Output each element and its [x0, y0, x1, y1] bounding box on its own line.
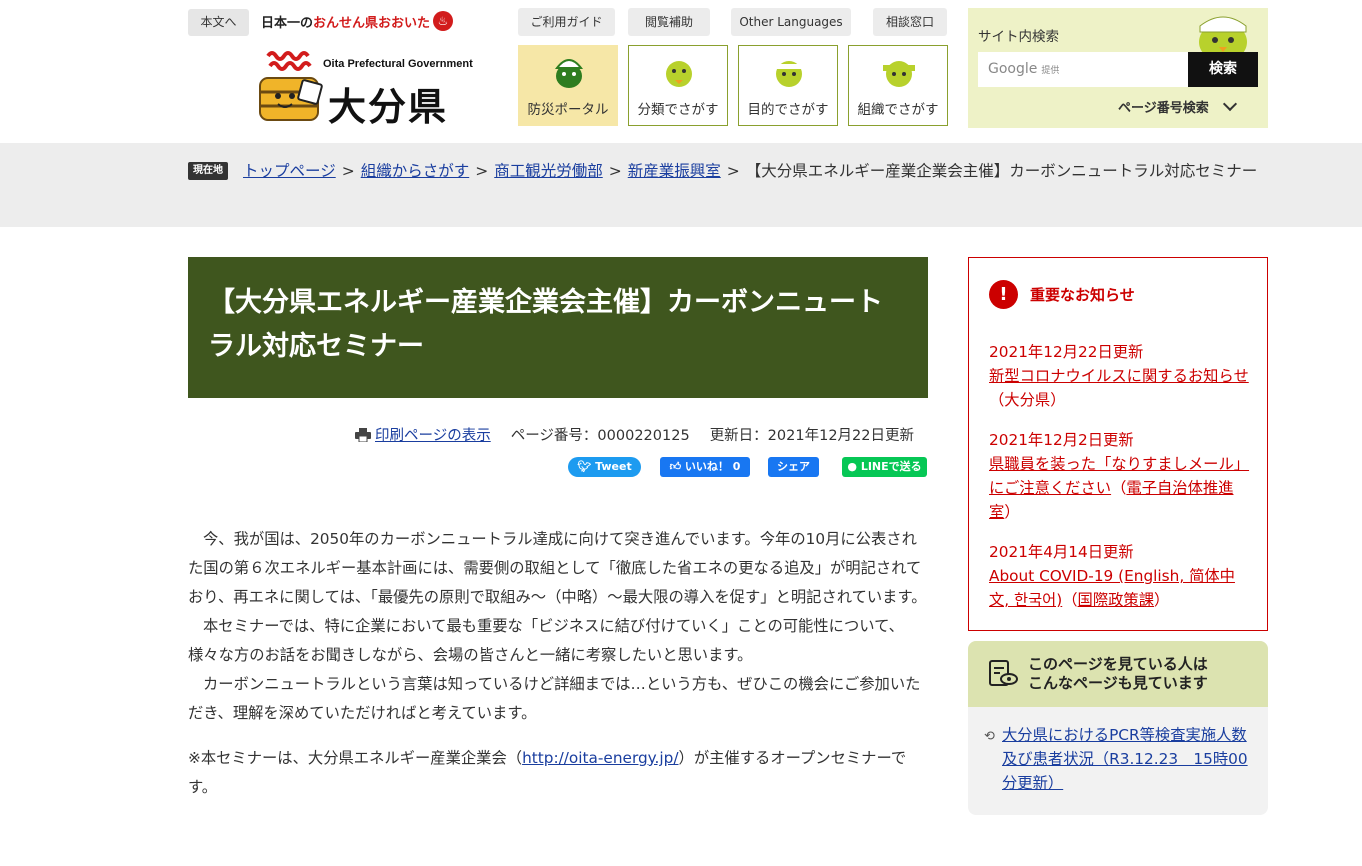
site-header: 本文へ 日本一の おんせん県おおいた ♨ Oita Prefectural Go…	[0, 0, 1362, 143]
skip-to-content-button[interactable]: 本文へ	[188, 9, 249, 36]
search-title: サイト内検索	[978, 29, 1059, 45]
notice-link[interactable]: 新型コロナウイルスに関するお知らせ	[989, 367, 1249, 385]
related-title: このページを見ている人は こんなページも見ています	[1028, 655, 1208, 692]
breadcrumb-office[interactable]: 新産業振興室	[628, 162, 721, 180]
facebook-like-button[interactable]: 👍︎ いいね！ 0	[660, 457, 750, 477]
related-header: このページを見ている人は こんなページも見ています	[968, 641, 1268, 707]
notice-header: ! 重要なお知らせ	[989, 280, 1135, 309]
facebook-share-button[interactable]: シェア	[768, 457, 819, 477]
usage-guide-link[interactable]: ご利用ガイド	[518, 8, 615, 36]
page-title-box: 【大分県エネルギー産業企業会主催】カーボンニュートラル対応セミナー	[188, 257, 928, 398]
important-notice-panel: ! 重要なお知らせ 2021年12月22日更新 新型コロナウイルスに関するお知ら…	[968, 257, 1268, 631]
notice-date: 2021年4月14日更新	[989, 543, 1134, 561]
breadcrumb-trail: トップページ > 組織からさがす > 商工観光労働部 > 新産業振興室 > 【大分県エネルギー産…	[243, 159, 1273, 183]
line-icon: ●	[847, 460, 857, 473]
breadcrumb-current: 【大分県エネルギー産業企業会主催】カーボンニュートラル対応セミナー	[745, 162, 1258, 180]
updated-date: 更新日：2021年12月22日更新	[709, 428, 914, 444]
paragraph: カーボンニュートラルという言葉は知っているけど詳細までは…という方も、ぜひこの機…	[188, 675, 921, 722]
hot-spring-icon: ♨	[433, 11, 454, 31]
accessibility-link[interactable]: 閲覧補助	[628, 8, 710, 36]
document-eye-icon	[989, 660, 1018, 686]
notice-item: 2021年12月2日更新 県職員を装った「なりすましメール」にご注意ください（電…	[989, 428, 1251, 524]
search-mascot-icon	[1199, 16, 1247, 57]
breadcrumb-separator: >	[726, 162, 740, 180]
nav-organization-label: 組織でさがす	[857, 102, 939, 118]
organizer-link[interactable]: http://oita-energy.jp/	[522, 749, 678, 767]
related-link-item: 大分県におけるPCR等検査実施人数及び患者状況（R3.12.23 15時00分更…	[1002, 723, 1252, 795]
organization-mascot-icon	[883, 61, 915, 87]
breadcrumb-department[interactable]: 商工観光労働部	[494, 162, 603, 180]
search-button[interactable]: 検索	[1188, 52, 1258, 87]
tweet-button[interactable]: 🐦︎ Tweet	[568, 457, 641, 477]
page-number-search-label: ページ番号検索	[1118, 101, 1209, 116]
link-icon: ⟲	[984, 729, 995, 744]
notice-source-link[interactable]: 国際政策課	[1078, 591, 1155, 609]
category-mascot-icon	[666, 61, 692, 87]
page-title: 【大分県エネルギー産業企業会主催】カーボンニュートラル対応セミナー	[208, 287, 883, 362]
related-link[interactable]: 大分県におけるPCR等検査実施人数及び患者状況（R3.12.23 15時00分更…	[1002, 726, 1248, 792]
paragraph: 本セミナーでは、特に企業において最も重要な「ビジネスに結び付けていく」ことの可能…	[188, 617, 904, 664]
line-share-button[interactable]: ● LINEで送る	[842, 457, 927, 477]
twitter-bird-icon: 🐦︎	[577, 460, 592, 473]
thumbs-up-icon: 👍︎	[669, 460, 682, 473]
breadcrumb: 現在地 トップページ > 組織からさがす > 商工観光労働部 > 新産業振興室 > 【大分県エネ…	[0, 143, 1362, 227]
nav-disaster-portal-label: 防災ポータル	[527, 102, 609, 118]
purpose-mascot-icon	[776, 61, 802, 87]
notice-date: 2021年12月22日更新	[989, 343, 1144, 361]
nav-search-by-category[interactable]: 分類でさがす	[628, 45, 728, 126]
notice-date: 2021年12月2日更新	[989, 431, 1134, 449]
notice-suffix: （大分県）	[989, 391, 1066, 409]
notice-item: 2021年4月14日更新 About COVID-19 (English, 简体…	[989, 540, 1251, 612]
logo-english-name: Oita Prefectural Government	[323, 58, 473, 70]
logo-japanese-name: 大分県	[328, 85, 449, 129]
consultation-link[interactable]: 相談窓口	[873, 8, 947, 36]
bucket-mascot-icon	[259, 51, 323, 121]
disaster-mascot-icon	[554, 59, 584, 88]
nav-search-by-purpose[interactable]: 目的でさがす	[738, 45, 838, 126]
breadcrumb-separator: >	[608, 162, 622, 180]
related-pages-panel: このページを見ている人は こんなページも見ています ⟲ 大分県におけるPCR等検…	[968, 641, 1268, 815]
search-input[interactable]: Google 提供	[978, 52, 1188, 87]
page-number: ページ番号：0000220125	[510, 428, 690, 444]
paragraph: 今、我が国は、2050年のカーボンニュートラル達成に向けて突き進んでいます。今年…	[188, 530, 927, 606]
print-page-link[interactable]: 印刷ページの表示	[375, 424, 491, 445]
other-languages-link[interactable]: Other Languages	[731, 8, 851, 36]
tagline-highlight: おんせん県おおいた	[313, 15, 431, 31]
printer-icon	[355, 427, 371, 442]
tagline: 日本一の おんせん県おおいた ♨	[261, 9, 454, 33]
breadcrumb-organization[interactable]: 組織からさがす	[361, 162, 470, 180]
google-logo: Google 提供	[988, 61, 1060, 77]
nav-purpose-label: 目的でさがす	[747, 102, 829, 118]
notice-item: 2021年12月22日更新 新型コロナウイルスに関するお知らせ （大分県）	[989, 340, 1251, 412]
chevron-down-icon	[1222, 96, 1237, 112]
article-body: 今、我が国は、2050年のカーボンニュートラル達成に向けて突き進んでいます。今年…	[188, 525, 928, 802]
page-number-search-toggle[interactable]: ページ番号検索	[1118, 96, 1237, 116]
tagline-prefix: 日本一の	[261, 15, 314, 31]
page-meta: 印刷ページの表示 ページ番号：0000220125 更新日：2021年12月22…	[355, 424, 914, 445]
nav-search-by-organization[interactable]: 組織でさがす	[848, 45, 948, 126]
current-location-badge: 現在地	[188, 162, 228, 180]
breadcrumb-separator: >	[341, 162, 355, 180]
organizer-note: ※本セミナーは、大分県エネルギー産業企業会（http://oita-energy…	[188, 749, 907, 796]
breadcrumb-top[interactable]: トップページ	[243, 162, 336, 180]
breadcrumb-separator: >	[475, 162, 489, 180]
site-search-panel: サイト内検索 Google 提供 検索 ページ番号検索	[968, 8, 1268, 128]
nav-category-label: 分類でさがす	[637, 102, 719, 118]
site-logo[interactable]: Oita Prefectural Government 大分県	[256, 48, 473, 129]
notice-title: 重要なお知らせ	[1030, 286, 1135, 304]
nav-disaster-portal[interactable]: 防災ポータル	[518, 45, 618, 126]
alert-icon: !	[989, 280, 1018, 309]
